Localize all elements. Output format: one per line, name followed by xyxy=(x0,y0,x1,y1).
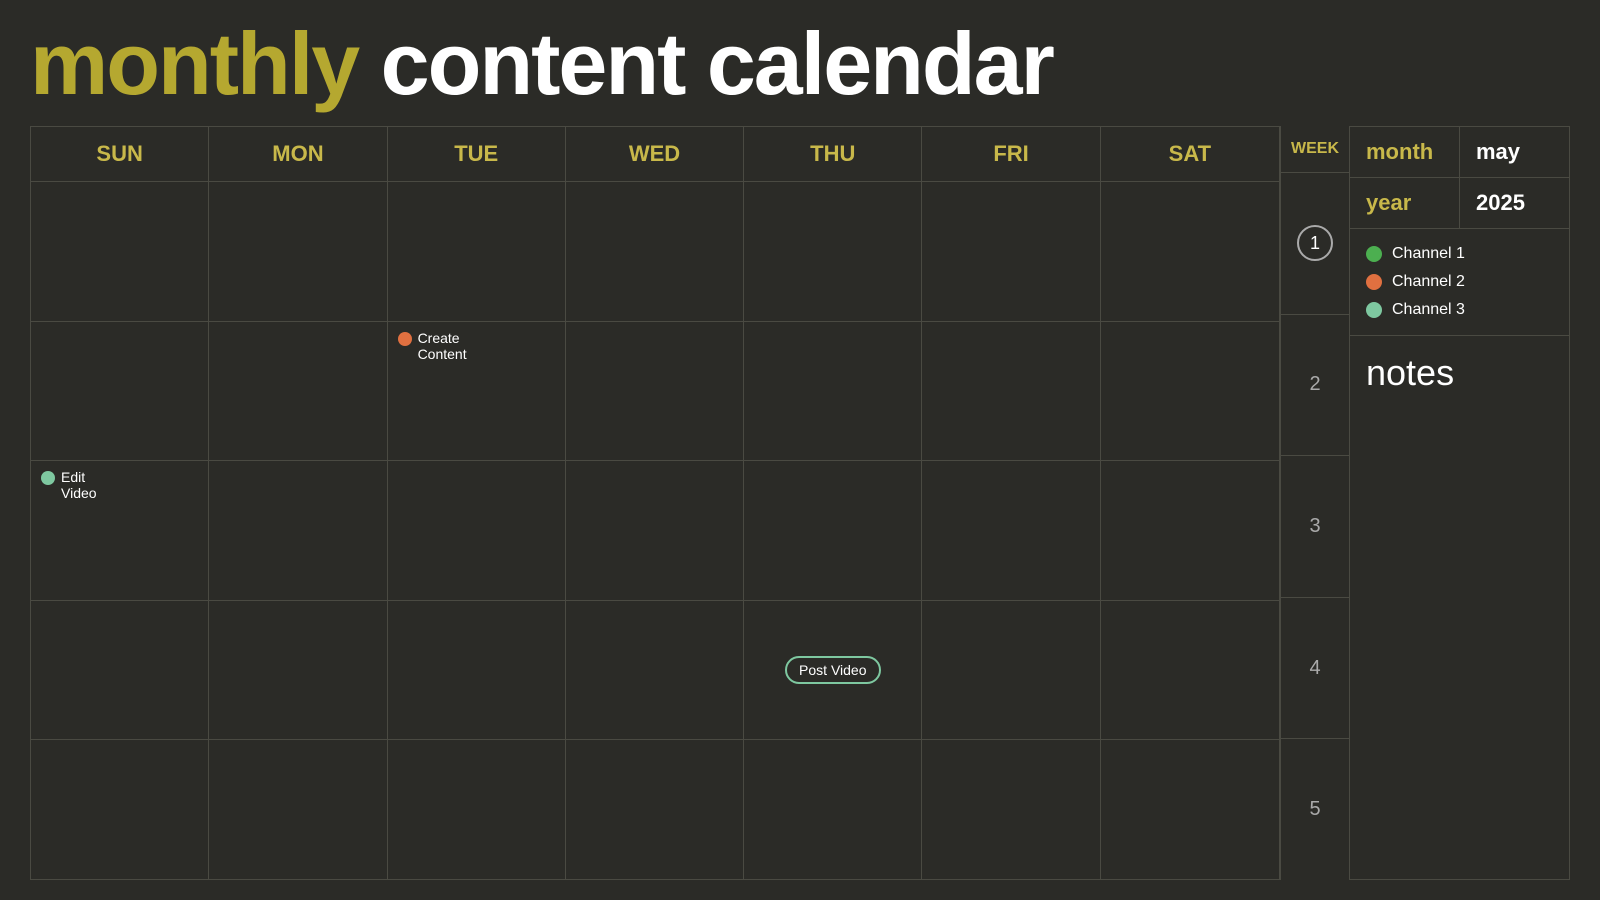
channel-3-item: Channel 3 xyxy=(1366,301,1553,319)
cell-5-mon xyxy=(209,740,387,879)
event-create-content-label: CreateContent xyxy=(418,330,467,362)
month-value: may xyxy=(1460,127,1569,177)
event-post-video[interactable]: Post Video xyxy=(785,656,880,684)
cell-3-sun: EditVideo xyxy=(31,461,209,600)
channel-3-dot xyxy=(1366,302,1382,318)
day-sat: SAT xyxy=(1101,127,1279,181)
cell-4-sat xyxy=(1101,601,1279,740)
event-edit-video-label: EditVideo xyxy=(61,469,97,501)
event-dot-mint xyxy=(41,471,55,485)
cell-3-sat xyxy=(1101,461,1279,600)
channel-1-dot xyxy=(1366,246,1382,262)
cell-1-sat xyxy=(1101,182,1279,321)
cell-2-mon xyxy=(209,322,387,461)
right-panel: month may year 2025 Channel 1 Channel 2 xyxy=(1350,126,1570,880)
day-sun: SUN xyxy=(31,127,209,181)
main-area: SUN MON TUE WED THU FRI SAT xyxy=(30,126,1570,880)
day-thu: THU xyxy=(744,127,922,181)
month-year-section: month may year 2025 xyxy=(1350,127,1569,229)
calendar-rows: CreateContent EditVideo xyxy=(31,182,1279,879)
week-3: 3 xyxy=(1281,456,1349,598)
year-value: 2025 xyxy=(1460,178,1569,228)
cell-4-tue xyxy=(388,601,566,740)
cell-5-sat xyxy=(1101,740,1279,879)
cell-2-tue: CreateContent xyxy=(388,322,566,461)
calendar-section: SUN MON TUE WED THU FRI SAT xyxy=(30,126,1280,880)
cell-5-fri xyxy=(922,740,1100,879)
day-tue: TUE xyxy=(388,127,566,181)
calendar-row-1 xyxy=(31,182,1279,322)
cell-3-fri xyxy=(922,461,1100,600)
cell-4-mon xyxy=(209,601,387,740)
event-dot-orange xyxy=(398,332,412,346)
cell-4-wed xyxy=(566,601,744,740)
day-mon: MON xyxy=(209,127,387,181)
cell-1-thu xyxy=(744,182,922,321)
year-label: year xyxy=(1350,178,1460,228)
cell-4-fri xyxy=(922,601,1100,740)
week-sidebar: WEEK 1 2 3 4 5 xyxy=(1280,126,1350,880)
cell-1-fri xyxy=(922,182,1100,321)
cell-3-mon xyxy=(209,461,387,600)
week-1: 1 xyxy=(1281,173,1349,315)
cell-4-sun xyxy=(31,601,209,740)
channels-section: Channel 1 Channel 2 Channel 3 xyxy=(1350,229,1569,336)
week-1-circle: 1 xyxy=(1297,225,1333,261)
cell-5-sun xyxy=(31,740,209,879)
notes-title: notes xyxy=(1366,352,1553,394)
week-5: 5 xyxy=(1281,739,1349,880)
event-create-content[interactable]: CreateContent xyxy=(398,330,467,362)
cell-5-thu xyxy=(744,740,922,879)
page-wrapper: monthly content calendar SUN MON TUE WED… xyxy=(0,0,1600,900)
cell-2-sat xyxy=(1101,322,1279,461)
channel-3-label: Channel 3 xyxy=(1392,301,1465,319)
month-label: month xyxy=(1350,127,1460,177)
day-fri: FRI xyxy=(922,127,1100,181)
channel-1-item: Channel 1 xyxy=(1366,245,1553,263)
title-rest: content calendar xyxy=(358,14,1053,113)
cell-1-wed xyxy=(566,182,744,321)
calendar-row-4: Post Video xyxy=(31,601,1279,741)
month-row: month may xyxy=(1350,127,1569,178)
week-4: 4 xyxy=(1281,598,1349,740)
calendar-row-3: EditVideo xyxy=(31,461,1279,601)
cell-5-tue xyxy=(388,740,566,879)
day-headers-row: SUN MON TUE WED THU FRI SAT xyxy=(31,127,1279,182)
event-edit-video[interactable]: EditVideo xyxy=(41,469,97,501)
notes-section: notes xyxy=(1350,336,1569,879)
cell-3-wed xyxy=(566,461,744,600)
week-2: 2 xyxy=(1281,315,1349,457)
calendar-row-2: CreateContent xyxy=(31,322,1279,462)
day-wed: WED xyxy=(566,127,744,181)
title-monthly: monthly xyxy=(30,14,358,113)
cell-3-tue xyxy=(388,461,566,600)
cell-2-fri xyxy=(922,322,1100,461)
calendar-row-5 xyxy=(31,740,1279,879)
cell-1-sun xyxy=(31,182,209,321)
cell-4-thu: Post Video xyxy=(744,601,922,740)
cell-1-tue xyxy=(388,182,566,321)
header: monthly content calendar xyxy=(30,20,1570,108)
week-header: WEEK xyxy=(1281,126,1349,173)
cell-2-wed xyxy=(566,322,744,461)
channel-2-label: Channel 2 xyxy=(1392,273,1465,291)
cell-3-thu xyxy=(744,461,922,600)
page-title: monthly content calendar xyxy=(30,20,1570,108)
cell-1-mon xyxy=(209,182,387,321)
year-row: year 2025 xyxy=(1350,178,1569,228)
cell-2-sun xyxy=(31,322,209,461)
cell-2-thu xyxy=(744,322,922,461)
channel-1-label: Channel 1 xyxy=(1392,245,1465,263)
cell-5-wed xyxy=(566,740,744,879)
channel-2-dot xyxy=(1366,274,1382,290)
channel-2-item: Channel 2 xyxy=(1366,273,1553,291)
